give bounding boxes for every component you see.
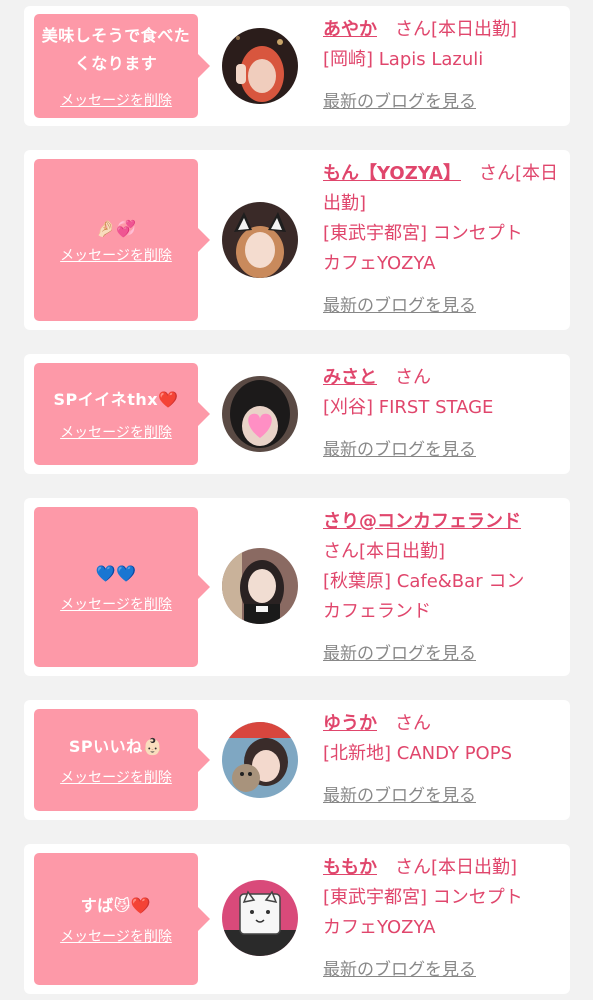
message-text: 🤌🏻💞 xyxy=(95,219,137,238)
sender-name-link[interactable]: みさと xyxy=(323,367,377,388)
latest-blog-link[interactable]: 最新のブログを見る xyxy=(323,781,563,811)
sender-info: ももか さん[本日出勤] [東武宇都宮] コンセプト カフェYOZYA 最新のブロ… xyxy=(323,853,563,985)
latest-blog-link[interactable]: 最新のブログを見る xyxy=(323,87,563,117)
avatar[interactable] xyxy=(222,880,298,956)
message-card: すば😼❤️ メッセージを削除 ももか さん[本日出勤] [東武宇都宮] コンセプト… xyxy=(24,844,570,994)
message-card: SPいいね👶🏻 メッセージを削除 ゆうか さん [北新地] CANDY POPS … xyxy=(24,700,570,820)
shop-name-cont: カフェランド xyxy=(323,601,431,622)
message-text: SPイイネthx❤️ xyxy=(53,390,179,409)
avatar[interactable] xyxy=(222,376,298,452)
avatar[interactable] xyxy=(222,202,298,278)
sender-info: みさと さん [刈谷] FIRST STAGE 最新のブログを見る xyxy=(323,363,563,465)
sender-info: さり@コンカフェランド さん[本日出勤] [秋葉原] Cafe&Bar コン カ… xyxy=(323,507,563,669)
shop-name: [東武宇都宮] コンセプト xyxy=(323,887,523,908)
sender-status: さん xyxy=(395,367,431,388)
latest-blog-link[interactable]: 最新のブログを見る xyxy=(323,435,563,465)
shop-name: [東武宇都宮] コンセプト xyxy=(323,223,523,244)
sender-status: さん[本日出勤] xyxy=(395,857,518,878)
message-card: 💙💙 メッセージを削除 さり@コンカフェランド さん[本日出勤] [秋葉原] C… xyxy=(24,498,570,676)
delete-message-link[interactable]: メッセージを削除 xyxy=(60,90,172,110)
message-text: 美味しそうで食べたくなります xyxy=(41,26,191,73)
sender-status: さん[本日出勤] xyxy=(395,19,518,40)
delete-message-link[interactable]: メッセージを削除 xyxy=(60,767,172,787)
shop-name-cont: カフェYOZYA xyxy=(323,917,436,938)
delete-message-link[interactable]: メッセージを削除 xyxy=(60,245,172,265)
sender-info: あやか さん[本日出勤] [岡崎] Lapis Lazuli 最新のブログを見る xyxy=(323,15,563,117)
delete-message-link[interactable]: メッセージを削除 xyxy=(60,422,172,442)
avatar[interactable] xyxy=(222,722,298,798)
sender-name-link[interactable]: ゆうか xyxy=(323,713,377,734)
message-text: SPいいね👶🏻 xyxy=(68,737,164,756)
delete-message-link[interactable]: メッセージを削除 xyxy=(60,594,172,614)
sender-info: もん【YOZYA】 さん[本日出勤] [東武宇都宮] コンセプト カフェYOZYA… xyxy=(323,159,563,321)
message-bubble: 💙💙 メッセージを削除 xyxy=(34,507,210,667)
message-list: 美味しそうで食べたくなります メッセージを削除 あやか さん[本日出勤] [岡崎]… xyxy=(0,0,593,1000)
avatar[interactable] xyxy=(222,28,298,104)
message-card: 美味しそうで食べたくなります メッセージを削除 あやか さん[本日出勤] [岡崎]… xyxy=(24,6,570,126)
shop-name: [秋葉原] Cafe&Bar コン xyxy=(323,571,525,592)
message-text: すば😼❤️ xyxy=(80,896,152,915)
sender-name-link[interactable]: もん【YOZYA】 xyxy=(323,163,461,184)
message-bubble: すば😼❤️ メッセージを削除 xyxy=(34,853,210,985)
sender-status: さん[本日出勤] xyxy=(323,541,446,562)
latest-blog-link[interactable]: 最新のブログを見る xyxy=(323,639,563,669)
message-bubble: SPイイネthx❤️ メッセージを削除 xyxy=(34,363,210,465)
sender-info: ゆうか さん [北新地] CANDY POPS 最新のブログを見る xyxy=(323,709,563,811)
message-text: 💙💙 xyxy=(95,564,137,583)
message-bubble: SPいいね👶🏻 メッセージを削除 xyxy=(34,709,210,811)
sender-status: さん xyxy=(395,713,431,734)
message-bubble: 美味しそうで食べたくなります メッセージを削除 xyxy=(34,14,210,118)
message-card: SPイイネthx❤️ メッセージを削除 みさと さん [刈谷] FIRST STA… xyxy=(24,354,570,474)
sender-name-link[interactable]: ももか xyxy=(323,857,377,878)
shop-name: [北新地] CANDY POPS xyxy=(323,743,513,764)
sender-name-link[interactable]: さり@コンカフェランド xyxy=(323,511,521,532)
message-card: 🤌🏻💞 メッセージを削除 もん【YOZYA】 さん[本日出勤] [東武宇都宮] コ… xyxy=(24,150,570,330)
latest-blog-link[interactable]: 最新のブログを見る xyxy=(323,955,563,985)
shop-name: [岡崎] Lapis Lazuli xyxy=(323,49,484,70)
message-bubble: 🤌🏻💞 メッセージを削除 xyxy=(34,159,210,321)
avatar[interactable] xyxy=(222,548,298,624)
shop-name-cont: カフェYOZYA xyxy=(323,253,436,274)
latest-blog-link[interactable]: 最新のブログを見る xyxy=(323,291,563,321)
shop-name: [刈谷] FIRST STAGE xyxy=(323,397,494,418)
sender-name-link[interactable]: あやか xyxy=(323,19,377,40)
delete-message-link[interactable]: メッセージを削除 xyxy=(60,926,172,946)
